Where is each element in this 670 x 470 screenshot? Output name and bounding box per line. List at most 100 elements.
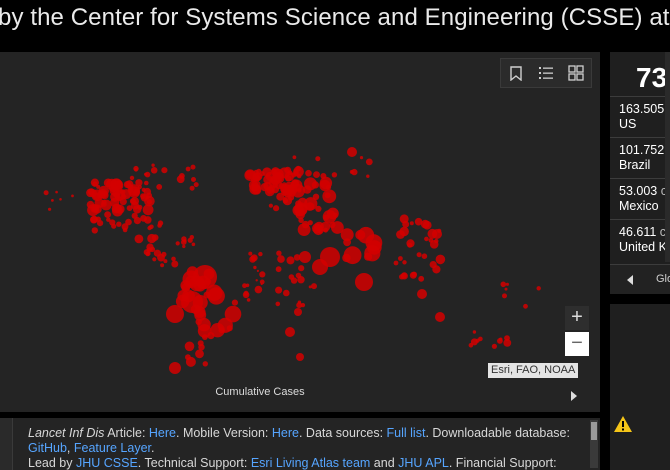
case-marker[interactable] bbox=[134, 168, 138, 172]
case-marker[interactable] bbox=[146, 251, 151, 256]
case-marker[interactable] bbox=[256, 269, 259, 272]
case-marker[interactable] bbox=[182, 244, 186, 249]
case-marker[interactable] bbox=[146, 199, 152, 205]
case-marker[interactable] bbox=[355, 273, 373, 291]
case-marker[interactable] bbox=[268, 185, 275, 192]
case-marker[interactable] bbox=[280, 185, 288, 194]
github-link[interactable]: GitHub bbox=[28, 441, 67, 455]
case-marker[interactable] bbox=[242, 283, 247, 289]
jhu-csse-link[interactable]: JHU CSSE bbox=[76, 456, 138, 470]
case-marker[interactable] bbox=[111, 203, 122, 214]
case-marker[interactable] bbox=[277, 255, 285, 263]
case-marker[interactable] bbox=[478, 336, 483, 342]
case-marker[interactable] bbox=[421, 253, 428, 259]
case-marker[interactable] bbox=[110, 192, 120, 202]
case-marker[interactable] bbox=[51, 199, 54, 202]
case-marker[interactable] bbox=[420, 219, 430, 229]
case-marker[interactable] bbox=[92, 204, 102, 214]
case-marker[interactable] bbox=[502, 293, 507, 299]
case-marker[interactable] bbox=[43, 190, 49, 196]
case-marker[interactable] bbox=[472, 330, 477, 334]
case-marker[interactable] bbox=[153, 249, 161, 257]
case-marker[interactable] bbox=[417, 289, 427, 299]
case-marker[interactable] bbox=[71, 194, 74, 198]
country-item-united-kingdom[interactable]: 46.611 cases United Kingdom bbox=[610, 219, 670, 260]
case-marker[interactable] bbox=[359, 156, 364, 160]
case-marker[interactable] bbox=[409, 271, 417, 279]
case-marker[interactable] bbox=[89, 189, 97, 198]
case-marker[interactable] bbox=[282, 197, 289, 204]
case-marker[interactable] bbox=[119, 198, 127, 206]
case-marker[interactable] bbox=[169, 362, 181, 374]
case-marker[interactable] bbox=[258, 251, 263, 257]
case-marker[interactable] bbox=[55, 190, 58, 194]
case-marker[interactable] bbox=[424, 236, 429, 242]
case-marker[interactable] bbox=[104, 211, 111, 219]
case-marker[interactable] bbox=[59, 198, 62, 201]
case-marker[interactable] bbox=[286, 256, 295, 265]
case-marker[interactable] bbox=[92, 181, 98, 187]
case-marker[interactable] bbox=[185, 356, 196, 367]
case-marker[interactable] bbox=[161, 167, 168, 174]
case-marker[interactable] bbox=[119, 189, 124, 194]
case-marker[interactable] bbox=[183, 239, 187, 243]
case-marker[interactable] bbox=[435, 254, 446, 265]
chevron-left-icon[interactable] bbox=[626, 273, 638, 287]
case-marker[interactable] bbox=[116, 221, 122, 227]
case-marker[interactable] bbox=[299, 251, 311, 263]
case-marker[interactable] bbox=[149, 224, 154, 230]
case-marker[interactable] bbox=[131, 201, 139, 210]
case-marker[interactable] bbox=[294, 203, 308, 217]
case-marker[interactable] bbox=[184, 341, 195, 352]
case-marker[interactable] bbox=[504, 287, 508, 291]
case-marker[interactable] bbox=[315, 205, 322, 212]
case-marker[interactable] bbox=[432, 265, 441, 274]
case-marker[interactable] bbox=[343, 238, 351, 247]
case-marker[interactable] bbox=[193, 182, 199, 188]
case-marker[interactable] bbox=[498, 337, 503, 342]
jhu-apl-link[interactable]: JHU APL bbox=[398, 456, 449, 470]
case-marker[interactable] bbox=[193, 265, 217, 289]
case-marker[interactable] bbox=[195, 349, 204, 359]
case-marker[interactable] bbox=[249, 183, 261, 195]
mobile-version-link[interactable]: Here bbox=[272, 426, 299, 440]
case-marker[interactable] bbox=[122, 227, 128, 233]
case-marker[interactable] bbox=[402, 220, 410, 228]
case-marker[interactable] bbox=[428, 237, 434, 243]
case-marker[interactable] bbox=[125, 218, 132, 226]
case-marker[interactable] bbox=[48, 207, 52, 211]
case-marker[interactable] bbox=[327, 207, 339, 220]
case-marker[interactable] bbox=[399, 226, 409, 237]
case-marker[interactable] bbox=[151, 163, 155, 167]
case-marker[interactable] bbox=[91, 227, 99, 234]
case-marker[interactable] bbox=[134, 234, 144, 244]
case-marker[interactable] bbox=[293, 254, 301, 261]
case-marker[interactable] bbox=[301, 220, 310, 229]
case-marker[interactable] bbox=[288, 274, 295, 280]
case-marker[interactable] bbox=[500, 281, 507, 288]
case-marker[interactable] bbox=[393, 260, 399, 266]
case-marker[interactable] bbox=[145, 195, 150, 200]
case-marker[interactable] bbox=[147, 233, 157, 244]
case-marker[interactable] bbox=[400, 272, 408, 280]
chevron-right-icon[interactable] bbox=[566, 386, 582, 406]
case-marker[interactable] bbox=[253, 265, 257, 270]
case-marker[interactable] bbox=[157, 220, 164, 226]
case-marker[interactable] bbox=[217, 317, 233, 333]
case-marker[interactable] bbox=[242, 291, 250, 299]
case-marker[interactable] bbox=[298, 265, 305, 272]
case-marker[interactable] bbox=[255, 279, 258, 282]
case-marker[interactable] bbox=[435, 312, 445, 322]
case-marker[interactable] bbox=[347, 147, 357, 157]
country-item-mexico[interactable]: 53.003 cases Mexico bbox=[610, 178, 670, 219]
case-marker[interactable] bbox=[343, 246, 362, 265]
case-marker[interactable] bbox=[311, 283, 317, 290]
case-marker[interactable] bbox=[144, 172, 148, 176]
case-marker[interactable] bbox=[468, 343, 474, 348]
case-marker[interactable] bbox=[293, 171, 299, 177]
data-sources-link[interactable]: Full list bbox=[387, 426, 426, 440]
case-marker[interactable] bbox=[365, 158, 373, 166]
case-marker[interactable] bbox=[297, 188, 302, 193]
case-marker[interactable] bbox=[304, 177, 317, 191]
case-marker[interactable] bbox=[402, 260, 407, 265]
